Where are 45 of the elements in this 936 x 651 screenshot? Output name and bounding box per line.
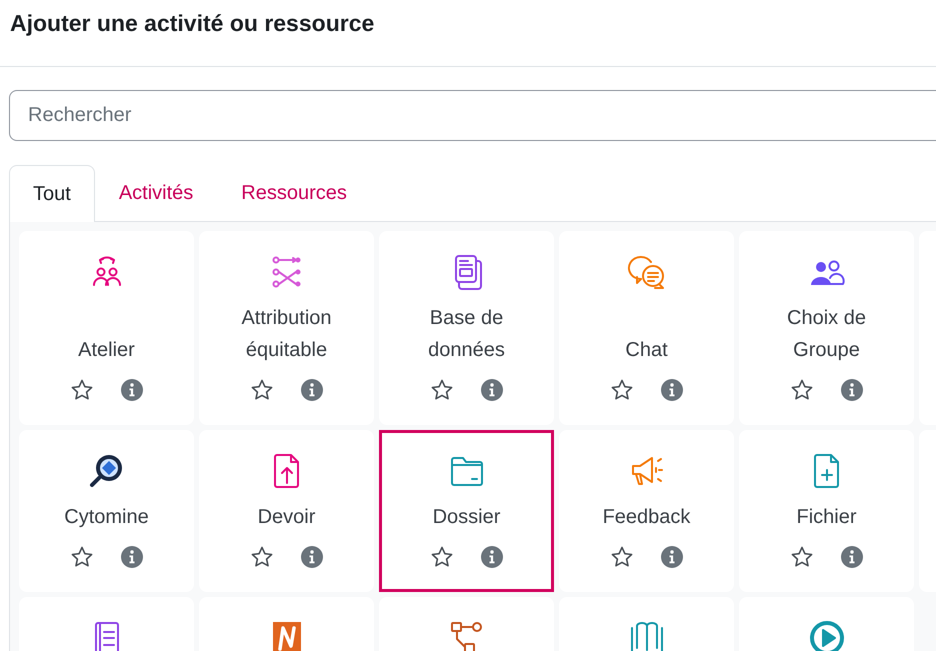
module-card[interactable]: Base de données (379, 231, 554, 425)
module-card[interactable]: Choix de Groupe (739, 231, 914, 425)
star-icon[interactable] (250, 545, 274, 569)
module-card[interactable]: Dossier (379, 430, 554, 592)
info-icon[interactable] (840, 545, 864, 569)
info-icon[interactable] (120, 378, 144, 402)
info-icon[interactable] (120, 545, 144, 569)
module-name: Chat (625, 338, 668, 363)
star-icon[interactable] (790, 378, 814, 402)
module-card[interactable]: Attribution équitable (199, 231, 374, 425)
search-field[interactable]: Rechercher (9, 90, 936, 141)
info-icon[interactable] (660, 378, 684, 402)
star-icon[interactable] (430, 545, 454, 569)
star-icon[interactable] (430, 378, 454, 402)
module-card[interactable]: Cytomine (19, 430, 194, 592)
module-name: Feedback (602, 505, 690, 530)
info-icon[interactable] (300, 378, 324, 402)
module-name: Atelier (78, 338, 135, 363)
star-icon[interactable] (790, 545, 814, 569)
module-card[interactable]: Atelier (19, 231, 194, 425)
tab[interactable]: Ressources (217, 165, 371, 221)
info-icon[interactable] (480, 545, 504, 569)
info-icon[interactable] (300, 545, 324, 569)
star-icon[interactable] (610, 378, 634, 402)
star-icon[interactable] (610, 545, 634, 569)
module-name: Choix de Groupe (786, 306, 867, 363)
star-icon[interactable] (250, 378, 274, 402)
dialog-title: Ajouter une activité ou ressource (10, 9, 376, 38)
tab[interactable]: Activités (94, 165, 218, 221)
module-card[interactable]: Devoir (199, 430, 374, 592)
module-name: Fichier (796, 505, 856, 530)
info-icon[interactable] (840, 378, 864, 402)
star-icon[interactable] (70, 378, 94, 402)
module-name: Attribution équitable (240, 306, 333, 363)
module-card[interactable]: Feedback (559, 430, 734, 592)
module-card[interactable]: Chat (559, 231, 734, 425)
module-name: Devoir (258, 505, 316, 530)
info-icon[interactable] (480, 378, 504, 402)
module-card[interactable]: Fichier (739, 430, 914, 592)
star-icon[interactable] (70, 545, 94, 569)
tab[interactable]: Tout (9, 165, 95, 222)
module-name: Dossier (432, 505, 500, 530)
info-icon[interactable] (660, 545, 684, 569)
module-name: Cytomine (64, 505, 149, 530)
module-name: Base de données (427, 306, 506, 363)
